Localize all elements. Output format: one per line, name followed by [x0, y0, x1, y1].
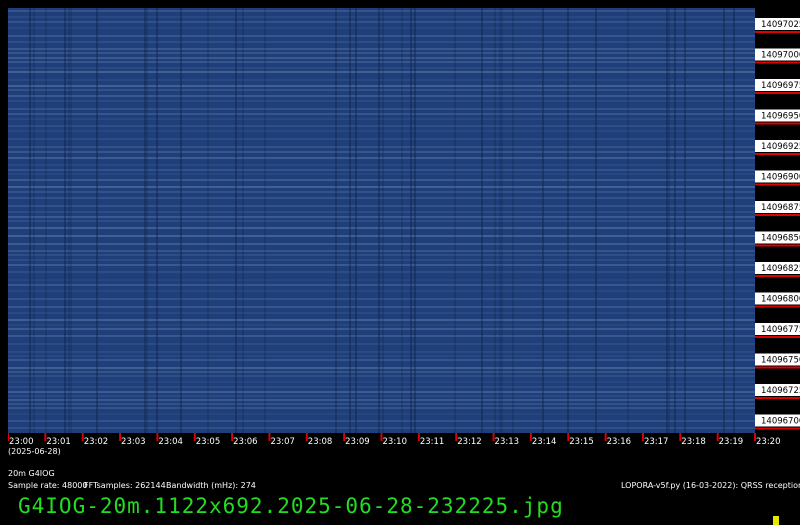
time-label: 23:20	[756, 437, 781, 447]
time-label: 23:12	[457, 437, 482, 447]
waterfall-plot: 14097025 14097000 14096975 14096950 14096925…	[8, 8, 800, 447]
freq-label: 14097025	[761, 20, 800, 30]
fft-samples: FFTsamples: 262144	[84, 481, 166, 490]
freq-label: 14096950	[761, 112, 800, 122]
time-label: 23:07	[270, 437, 295, 447]
freq-label: 14096825	[761, 264, 800, 274]
freq-label: 14096750	[761, 356, 800, 366]
freq-label: 14096925	[761, 142, 800, 152]
time-label: 23:18	[681, 437, 706, 447]
capture-date: (2025-06-28)	[8, 447, 61, 456]
bandwidth: Bandwidth (mHz): 274	[166, 481, 256, 490]
freq-label: 14096900	[761, 173, 800, 183]
freq-label: 14096725	[761, 386, 800, 396]
freq-label: 14096775	[761, 325, 800, 335]
time-label: 23:10	[383, 437, 408, 447]
time-label: 23:03	[121, 437, 146, 447]
time-label: 23:05	[196, 437, 221, 447]
spectrogram-frame: 14097025 14097000 14096975 14096950 14096925…	[0, 0, 800, 525]
time-label: 23:09	[345, 437, 370, 447]
sample-rate: Sample rate: 48000	[8, 481, 88, 490]
time-label: 23:11	[420, 437, 445, 447]
time-label: 23:13	[495, 437, 520, 447]
time-label: 23:00	[9, 437, 34, 447]
corner-marker	[773, 516, 779, 525]
freq-label: 14096800	[761, 295, 800, 305]
time-label: 23:14	[532, 437, 557, 447]
freq-label: 14096975	[761, 81, 800, 91]
time-axis: 23:00 23:01 23:02 23:03 23:04 23:05 23:06 23:07…	[8, 433, 781, 447]
time-label: 23:02	[84, 437, 109, 447]
time-label: 23:15	[569, 437, 594, 447]
time-label: 23:08	[308, 437, 333, 447]
freq-label: 14096875	[761, 203, 800, 213]
time-label: 23:06	[233, 437, 258, 447]
filename-banner: G4IOG-20m.1122x692.2025-06-28-232225.jpg	[18, 494, 564, 518]
time-label: 23:17	[644, 437, 669, 447]
freq-label: 14096850	[761, 234, 800, 244]
software-label: LOPORA-v5f.py (16-03-2022): QRSS recepti…	[621, 481, 800, 490]
time-label: 23:16	[607, 437, 632, 447]
station-label: 20m G4IOG	[8, 469, 55, 478]
time-label: 23:19	[719, 437, 744, 447]
freq-label: 14096700	[761, 417, 800, 427]
time-label: 23:01	[46, 437, 71, 447]
freq-label: 14097000	[761, 51, 800, 61]
time-label: 23:04	[158, 437, 183, 447]
